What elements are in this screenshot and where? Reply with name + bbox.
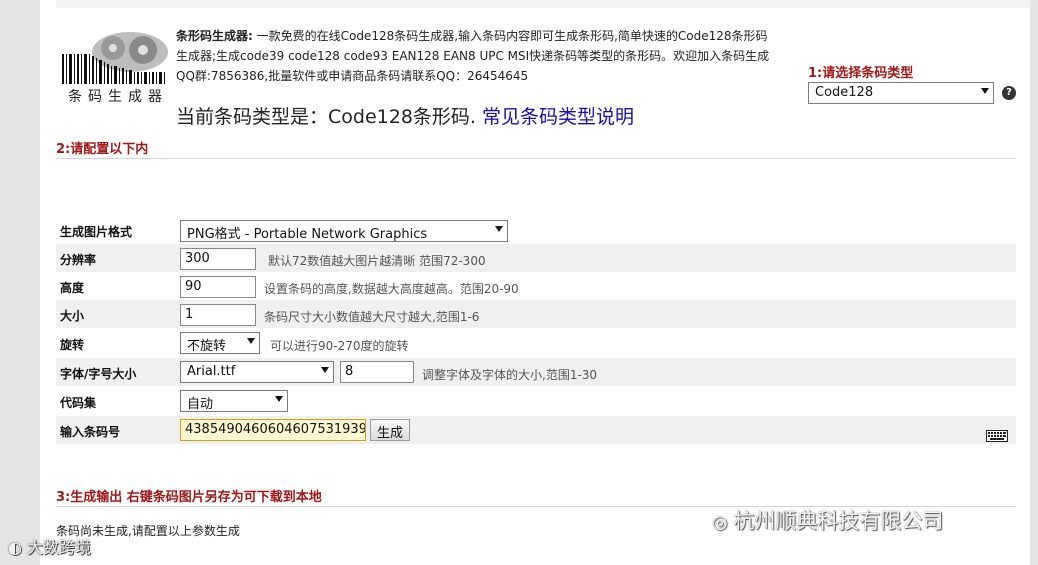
wechat-icon: ◎ [712,512,734,533]
rotate-select[interactable]: 不旋转 [180,332,260,354]
page: 条码生成器 条形码生成器: 一款免费的在线Code128条码生成器,输入条码内容… [40,0,1030,565]
company-watermark: ◎ 杭州顺典科技有限公司 [712,505,943,535]
barcode-types-link[interactable]: 常见条码类型说明 [482,106,634,128]
brand-logo-icon: ◐ [8,538,28,557]
step1-label: 1:请选择条码类型 [808,66,914,81]
size-label: 大小 [60,309,85,323]
rotate-label: 旋转 [60,338,85,352]
height-hint: 设置条码的高度,数据越大高度越高。范围20-90 [264,282,519,296]
charset-label: 代码集 [60,396,97,410]
intro-description: 一款免费的在线Code128条码生成器,输入条码内容即可生成条形码,简单快速的C… [176,29,770,83]
rotate-row: 旋转 不旋转 可以进行90-270度的旋转 [56,329,1016,357]
font-hint: 调整字体及字体的大小,范围1-30 [422,368,598,382]
size-row: 大小 1 条码尺寸大小数值越大尺寸越大,范围1-6 [56,300,1016,328]
rotate-hint: 可以进行90-270度的旋转 [270,339,409,353]
barcode-type-select[interactable]: Code128 [808,82,994,104]
height-row: 高度 90 设置条码的高度,数据越大高度越高。范围20-90 [56,272,1016,300]
font-size-input[interactable]: 8 [340,361,414,383]
top-strip [56,0,1030,8]
resolution-label: 分辨率 [60,253,97,267]
format-label: 生成图片格式 [60,225,133,239]
format-select[interactable]: PNG格式 - Portable Network Graphics [180,220,508,242]
keyboard-icon[interactable] [986,430,1008,442]
chevron-down-icon [247,338,255,344]
font-select[interactable]: Arial.ttf [180,361,334,383]
size-hint: 条码尺寸大小数值越大尺寸越大,范围1-6 [264,310,480,324]
company-watermark-text: 杭州顺典科技有限公司 [733,509,944,533]
divider [56,158,1016,159]
brand-watermark: ◐ 大数跨境 [8,534,91,558]
rotate-value: 不旋转 [187,339,227,354]
size-input[interactable]: 1 [180,304,256,326]
step2-label: 2:请配置以下内 [56,142,149,157]
format-row: 生成图片格式 PNG格式 - Portable Network Graphics [56,216,1016,244]
barcode-type-value: Code128 [815,85,874,100]
code-label: 输入条码号 [60,425,121,439]
resolution-row: 分辨率 300 默认72数值越大图片越清晰 范围72-300 [56,244,1016,272]
code-row: 输入条码号 4385490460604607531939 生成 [56,416,1016,444]
current-type-heading: 当前条码类型是：Code128条形码. 常见条码类型说明 [176,102,634,129]
current-type-text: 当前条码类型是：Code128条形码. [176,106,476,128]
chevron-down-icon [321,367,329,373]
chevron-down-icon [275,396,283,402]
charset-value: 自动 [187,397,214,412]
charset-select[interactable]: 自动 [180,390,288,412]
resolution-hint: 默认72数值越大图片越清晰 范围72-300 [268,254,486,268]
font-label: 字体/字号大小 [60,367,137,381]
chevron-down-icon [981,88,989,94]
step3-label: 3:生成输出 右键条码图片另存为可下载到本地 [56,490,322,505]
intro-title: 条形码生成器: [176,29,253,43]
barcode-input[interactable]: 4385490460604607531939 [180,419,366,441]
font-row: 字体/字号大小 Arial.ttf 8 调整字体及字体的大小,范围1-30 [56,358,1016,386]
intro-text: 条形码生成器: 一款免费的在线Code128条码生成器,输入条码内容即可生成条形… [176,26,776,86]
help-icon[interactable]: ? [1002,86,1016,100]
height-input[interactable]: 90 [180,276,256,298]
resolution-input[interactable]: 300 [180,248,256,270]
font-value: Arial.ttf [187,364,236,379]
generate-button[interactable]: 生成 [370,419,411,441]
charset-row: 代码集 自动 [56,387,1016,415]
format-value: PNG格式 - Portable Network Graphics [187,227,428,242]
logo-caption: 条码生成器 [68,89,168,105]
chevron-down-icon [495,226,503,232]
height-label: 高度 [60,281,85,295]
brand-watermark-text: 大数跨境 [27,538,92,557]
